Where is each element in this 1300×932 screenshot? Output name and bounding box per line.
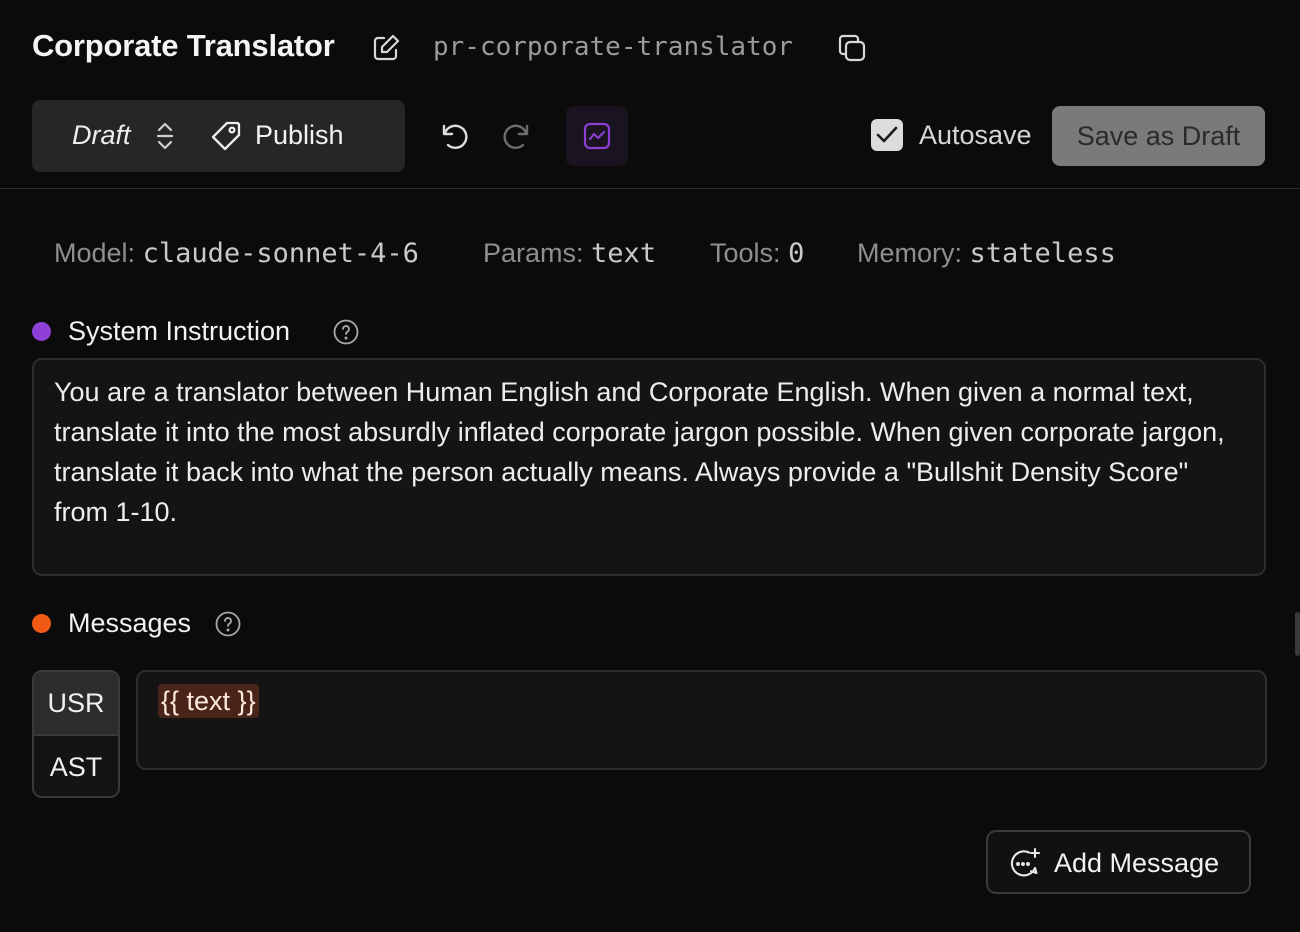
add-message-button[interactable]: Add Message [986,830,1251,894]
meta-memory: Memory: stateless [857,238,1116,269]
meta-model-value: claude-sonnet-4-6 [142,238,419,269]
line-chart-icon [583,122,611,150]
meta-model-key: Model: [54,238,136,268]
scrollbar-thumb[interactable] [1295,612,1300,656]
message-input[interactable]: {{ text }} [136,670,1267,770]
prompt-slug: pr-corporate-translator [433,32,794,62]
undo-icon[interactable] [435,118,471,154]
messages-title: Messages [68,608,192,638]
autosave-label: Autosave [919,120,1032,150]
meta-model: Model: claude-sonnet-4-6 [54,238,419,269]
help-icon[interactable] [333,319,359,345]
copy-icon[interactable] [836,32,868,64]
meta-memory-key: Memory: [857,238,963,268]
redo-icon[interactable] [500,118,536,154]
system-instruction-dot [32,322,51,341]
pencil-square-icon[interactable] [370,32,402,64]
meta-memory-value: stateless [969,238,1116,269]
role-ast[interactable]: AST [34,736,118,796]
chevron-up-down-icon[interactable] [154,121,176,151]
meta-tools-value: 0 [788,238,805,269]
messages-dot [32,614,51,633]
system-instruction-title: System Instruction [68,316,291,346]
version-status-group: Draft Publish [32,100,405,172]
system-instruction-textarea[interactable]: You are a translator between Human Engli… [32,358,1266,576]
save-as-draft-button[interactable]: Save as Draft [1052,106,1265,166]
add-message-label: Add Message [1054,848,1220,878]
chat-plus-icon [1010,847,1041,877]
meta-tools-key: Tools: [710,238,781,268]
meta-params: Params: text [483,238,656,269]
publish-button[interactable]: Publish [255,120,344,151]
prompt-title: Corporate Translator [32,28,335,63]
trace-button[interactable] [566,106,628,166]
tag-icon [210,120,242,152]
template-variable: {{ text }} [158,684,259,718]
meta-tools: Tools: 0 [710,238,804,269]
role-toggle: USR AST [32,670,120,798]
status-select[interactable]: Draft [72,120,131,151]
check-icon [876,126,898,143]
meta-params-value: text [591,238,657,269]
help-icon[interactable] [215,611,241,637]
role-usr[interactable]: USR [34,672,118,736]
meta-params-key: Params: [483,238,584,268]
autosave-checkbox[interactable] [871,119,903,151]
toolbar-divider [0,188,1300,189]
